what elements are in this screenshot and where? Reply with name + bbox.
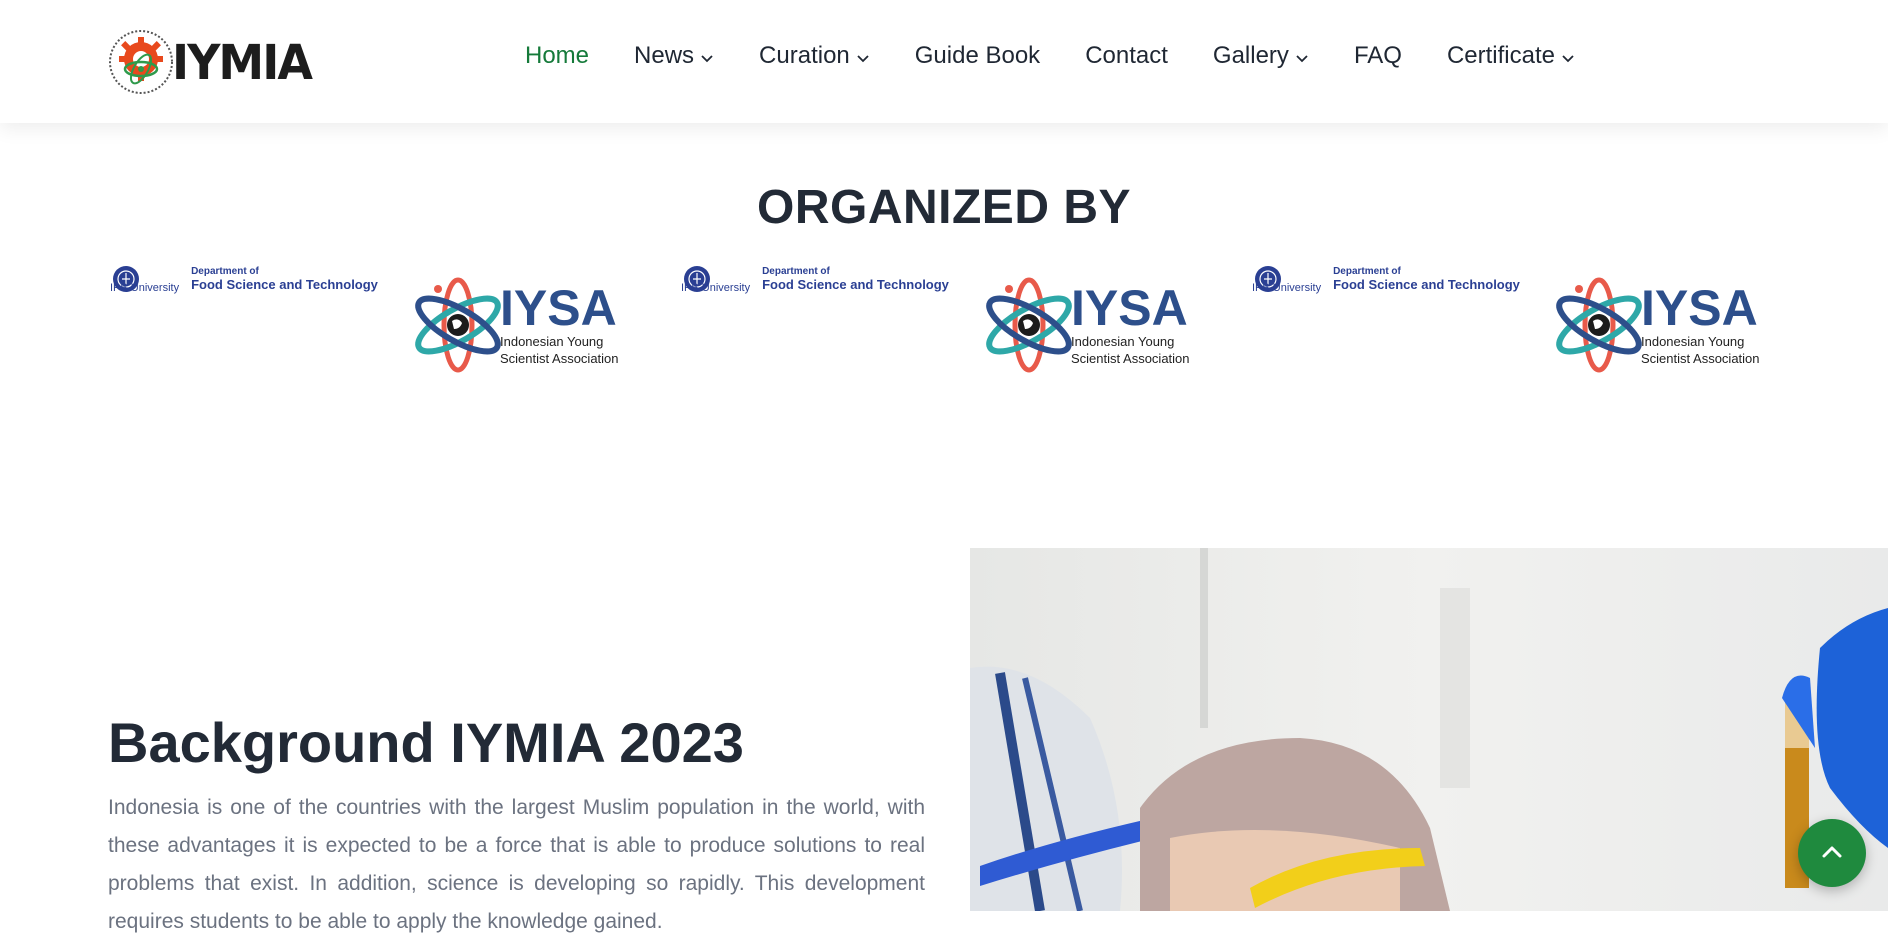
ipb-dept-line2: Food Science and Technology — [1333, 277, 1520, 292]
nav-guide-book-label: Guide Book — [914, 42, 1041, 69]
lab-students-photo — [970, 548, 1888, 911]
iysa-logo[interactable]: IYSA Indonesian Young Scientist Associat… — [1549, 270, 1784, 380]
nav-gallery[interactable]: Gallery — [1213, 42, 1309, 70]
background-paragraph: Indonesia is one of the countries with t… — [108, 796, 925, 933]
chevron-down-icon — [1296, 54, 1308, 62]
ipb-dept-line1: Department of — [762, 266, 830, 277]
ipb-university-label: IPB University — [681, 282, 751, 294]
ipb-department: Department of Food Science and Technolog… — [191, 266, 378, 292]
nav-faq-label: FAQ — [1353, 42, 1402, 69]
atom-globe-icon — [986, 277, 1072, 373]
chevron-up-icon — [1822, 846, 1842, 858]
iysa-name: IYSA — [1641, 280, 1758, 336]
iysa-name: IYSA — [1071, 280, 1188, 336]
atom-globe-icon — [415, 277, 501, 373]
ipb-dept-line1: Department of — [1333, 266, 1401, 277]
organized-by-title: ORGANIZED BY — [756, 180, 1131, 234]
gear-logo-icon — [109, 30, 173, 94]
ipb-logo[interactable]: IPB University Department of Food Scienc… — [1252, 256, 1520, 302]
iysa-line1: Indonesian Young — [1641, 334, 1745, 349]
ipb-dept-line2: Food Science and Technology — [191, 277, 378, 292]
atom-globe-icon — [1556, 277, 1642, 373]
nav-curation[interactable]: Curation — [759, 42, 870, 70]
iysa-line2: Scientist Association — [1071, 351, 1190, 366]
logo-text: IYMIA — [172, 33, 313, 91]
background-title: Background IYMIA 2023 — [108, 710, 744, 774]
chevron-down-icon — [1562, 54, 1574, 62]
nav-contact-label: Contact — [1085, 42, 1168, 69]
nav-certificate[interactable]: Certificate — [1447, 42, 1575, 70]
chevron-down-icon — [857, 54, 869, 62]
iysa-logo[interactable]: IYSA Indonesian Young Scientist Associat… — [408, 270, 643, 380]
iysa-line1: Indonesian Young — [500, 334, 604, 349]
ipb-university-label: IPB University — [110, 282, 180, 294]
iysa-logo[interactable]: IYSA Indonesian Young Scientist Associat… — [979, 270, 1214, 380]
main-nav: Home News Curation Guide Book Contact Ga… — [525, 42, 1620, 70]
ipb-dept-line1: Department of — [191, 266, 259, 277]
iysa-line2: Scientist Association — [500, 351, 619, 366]
nav-gallery-label: Gallery — [1212, 42, 1289, 69]
site-header: IYMIA Home News Curation Guide Book Cont… — [0, 0, 1888, 123]
nav-certificate-label: Certificate — [1446, 42, 1555, 69]
ipb-logo[interactable]: IPB University Department of Food Scienc… — [681, 256, 949, 302]
nav-faq[interactable]: FAQ — [1354, 42, 1402, 70]
iysa-line2: Scientist Association — [1641, 351, 1760, 366]
scroll-to-top-button[interactable] — [1798, 819, 1866, 887]
lab-scene-illustration — [970, 548, 1888, 911]
ipb-logo[interactable]: IPB University Department of Food Scienc… — [110, 256, 378, 302]
ipb-university-label: IPB University — [1252, 282, 1322, 294]
organizer-logo-carousel: IPB University Department of Food Scienc… — [108, 256, 1808, 386]
site-logo[interactable]: IYMIA — [108, 26, 320, 98]
nav-guide-book[interactable]: Guide Book — [915, 42, 1040, 70]
nav-contact[interactable]: Contact — [1085, 42, 1168, 70]
nav-home[interactable]: Home — [525, 42, 589, 70]
chevron-down-icon — [701, 54, 713, 62]
ipb-dept-line2: Food Science and Technology — [762, 277, 949, 292]
nav-news-label: News — [634, 42, 695, 69]
iysa-name: IYSA — [500, 280, 617, 336]
nav-curation-label: Curation — [759, 42, 850, 69]
ipb-department: Department of Food Science and Technolog… — [1333, 266, 1520, 292]
nav-news[interactable]: News — [634, 42, 714, 70]
nav-home-label: Home — [525, 42, 590, 69]
iysa-line1: Indonesian Young — [1071, 334, 1175, 349]
ipb-department: Department of Food Science and Technolog… — [762, 266, 949, 292]
